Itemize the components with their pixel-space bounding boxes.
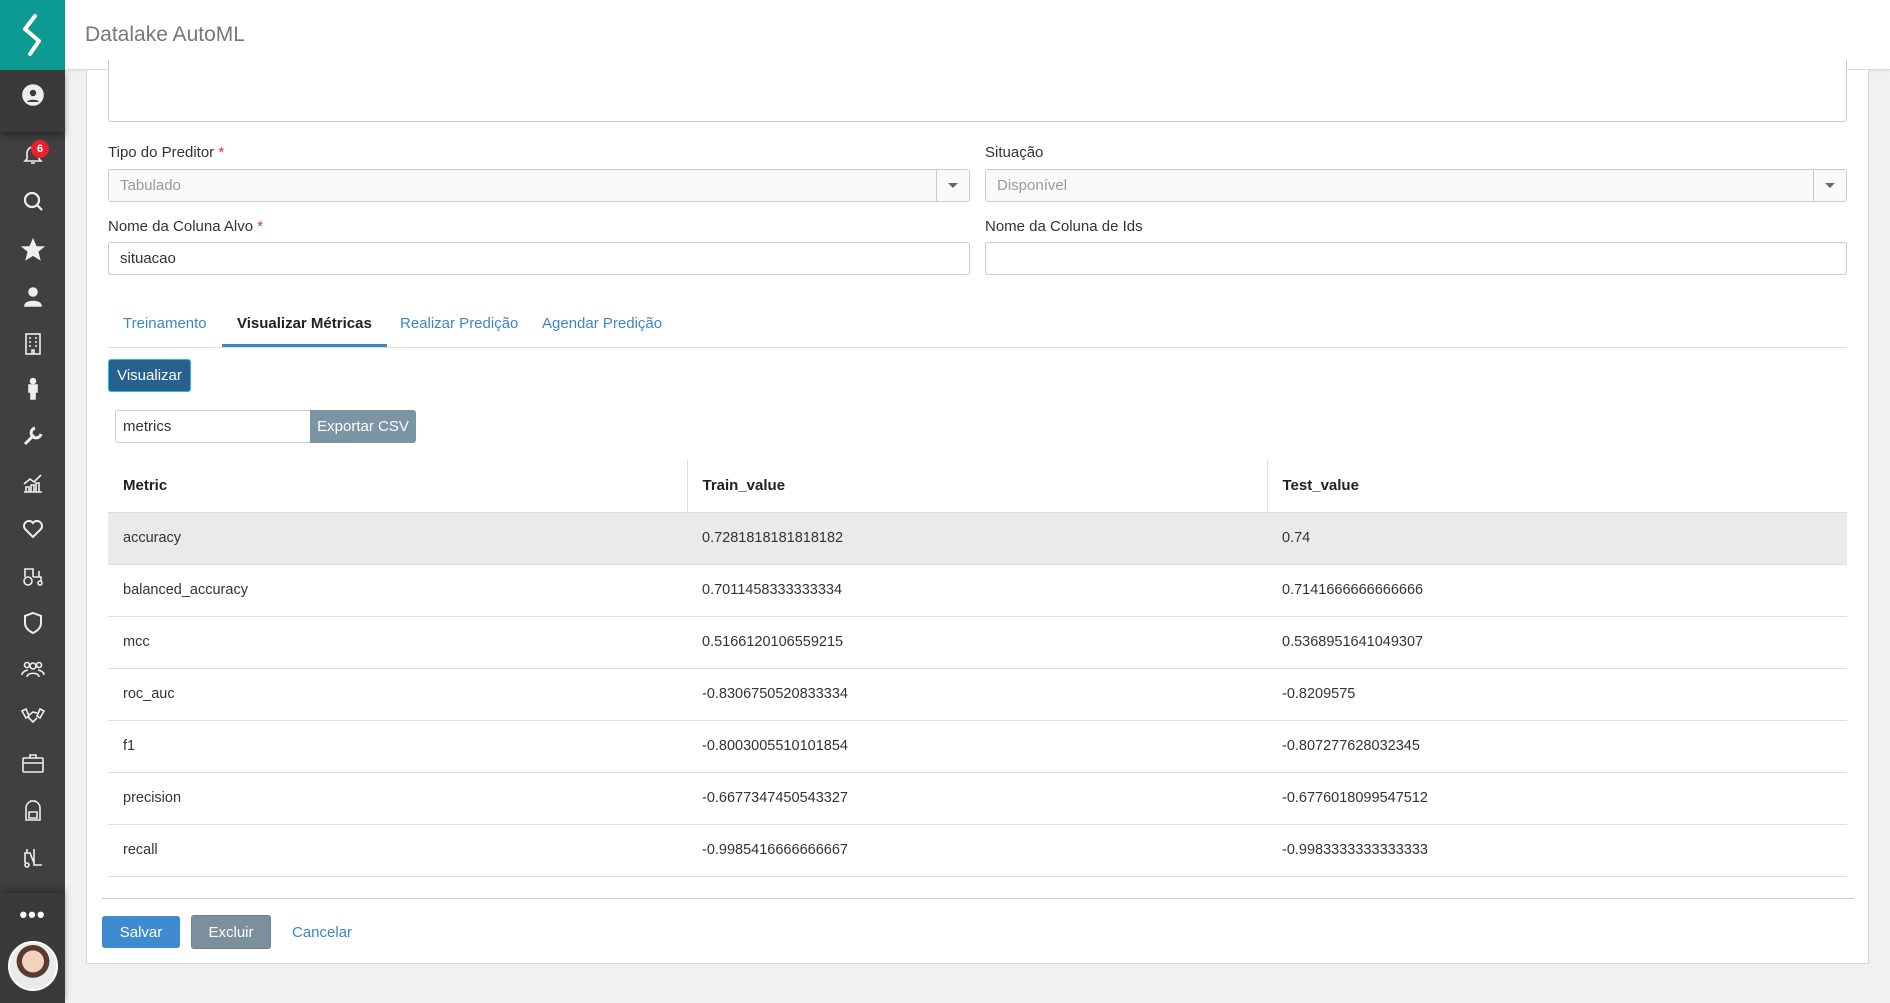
- column-header-metric[interactable]: Metric: [108, 460, 687, 512]
- test-value-cell: 0.7141666666666666: [1267, 563, 1847, 616]
- table-row[interactable]: precision -0.6677347450543327 -0.677601809…: [108, 771, 1847, 824]
- more-icon[interactable]: •••: [0, 900, 65, 930]
- situacao-value: Disponível: [997, 177, 1068, 194]
- tab-visualizar-metricas[interactable]: Visualizar Métricas: [222, 313, 387, 348]
- app-title: Datalake AutoML: [85, 23, 245, 46]
- test-value-cell: -0.9983333333333333: [1267, 823, 1847, 877]
- logo[interactable]: [0, 0, 65, 70]
- man-icon[interactable]: [0, 374, 65, 404]
- tab-treinamento[interactable]: Treinamento: [108, 313, 222, 348]
- metric-cell: balanced_accuracy: [108, 563, 687, 616]
- ids-label: Nome da Coluna de Ids: [985, 218, 1143, 235]
- logo-icon: [22, 14, 41, 56]
- ids-input[interactable]: [985, 242, 1847, 275]
- chart-icon[interactable]: [0, 468, 65, 498]
- test-value-cell: -0.807277628032345: [1267, 719, 1847, 772]
- heart-icon[interactable]: [0, 514, 65, 544]
- avatar[interactable]: [8, 941, 58, 991]
- team-icon[interactable]: [0, 654, 65, 684]
- table-row[interactable]: accuracy 0.7281818181818182 0.74: [108, 511, 1847, 564]
- table-row[interactable]: balanced_accuracy 0.7011458333333334 0.714…: [108, 563, 1847, 616]
- footer-divider: [102, 898, 1854, 899]
- description-textarea[interactable]: [108, 60, 1847, 122]
- metric-cell: f1: [108, 719, 687, 772]
- sidebar: 6 •••: [0, 0, 65, 1003]
- test-value-cell: 0.5368951641049307: [1267, 615, 1847, 668]
- visualizar-button[interactable]: Visualizar: [108, 359, 191, 392]
- cancel-link[interactable]: Cancelar: [292, 924, 352, 941]
- tipo-label: Tipo do Preditor *: [108, 144, 225, 161]
- tractor-icon[interactable]: [0, 561, 65, 591]
- train-value-cell: 0.7011458333333334: [687, 563, 1267, 616]
- briefcase-icon[interactable]: [0, 748, 65, 778]
- train-value-cell: 0.5166120106559215: [687, 615, 1267, 668]
- person-icon[interactable]: [0, 282, 65, 312]
- test-value-cell: -0.8209575: [1267, 667, 1847, 720]
- handshake-icon[interactable]: [0, 700, 65, 730]
- metrics-table: Metric Train_value Test_value accuracy 0.…: [108, 460, 1847, 877]
- alvo-input[interactable]: situacao: [108, 242, 970, 275]
- metric-cell: mcc: [108, 615, 687, 668]
- test-value-cell: 0.74: [1267, 511, 1847, 564]
- tab-divider: [108, 347, 1847, 348]
- user-circle-icon[interactable]: [0, 80, 65, 110]
- table-row[interactable]: f1 -0.8003005510101854 -0.807277628032345: [108, 719, 1847, 772]
- train-value-cell: -0.6677347450543327: [687, 771, 1267, 824]
- forklift-icon[interactable]: [0, 842, 65, 872]
- situacao-select[interactable]: Disponível: [985, 169, 1847, 202]
- table-row[interactable]: recall -0.9985416666666667 -0.998333333333…: [108, 823, 1847, 877]
- metric-cell: precision: [108, 771, 687, 824]
- backpack-icon[interactable]: [0, 795, 65, 825]
- search-icon[interactable]: [0, 186, 65, 216]
- tipo-value: Tabulado: [120, 177, 181, 194]
- filename-input[interactable]: metrics: [115, 410, 311, 443]
- shield-icon[interactable]: [0, 608, 65, 638]
- table-row[interactable]: roc_auc -0.8306750520833334 -0.8209575: [108, 667, 1847, 720]
- tab-realizar-predicao[interactable]: Realizar Predição: [385, 313, 533, 348]
- notification-badge: 6: [31, 140, 49, 158]
- wrench-icon[interactable]: [0, 421, 65, 451]
- train-value-cell: -0.8306750520833334: [687, 667, 1267, 720]
- train-value-cell: -0.8003005510101854: [687, 719, 1267, 772]
- metric-cell: accuracy: [108, 511, 687, 564]
- test-value-cell: -0.6776018099547512: [1267, 771, 1847, 824]
- alvo-label: Nome da Coluna Alvo *: [108, 218, 264, 235]
- chevron-down-icon: [1813, 170, 1846, 201]
- train-value-cell: -0.9985416666666667: [687, 823, 1267, 877]
- situacao-label: Situação: [985, 144, 1044, 161]
- export-csv-button[interactable]: Exportar CSV: [310, 410, 416, 443]
- metric-cell: recall: [108, 823, 687, 877]
- train-value-cell: 0.7281818181818182: [687, 511, 1267, 564]
- tab-agendar-predicao[interactable]: Agendar Predição: [527, 313, 677, 348]
- chevron-down-icon: [936, 170, 969, 201]
- delete-button[interactable]: Excluir: [191, 915, 271, 949]
- column-header-train[interactable]: Train_value: [686, 460, 1267, 512]
- metric-cell: roc_auc: [108, 667, 687, 720]
- building-icon[interactable]: [0, 329, 65, 359]
- table-row[interactable]: mcc 0.5166120106559215 0.5368951641049307: [108, 615, 1847, 668]
- column-header-test[interactable]: Test_value: [1266, 460, 1847, 512]
- tipo-select[interactable]: Tabulado: [108, 169, 970, 202]
- star-icon[interactable]: [0, 235, 65, 265]
- save-button[interactable]: Salvar: [102, 916, 180, 948]
